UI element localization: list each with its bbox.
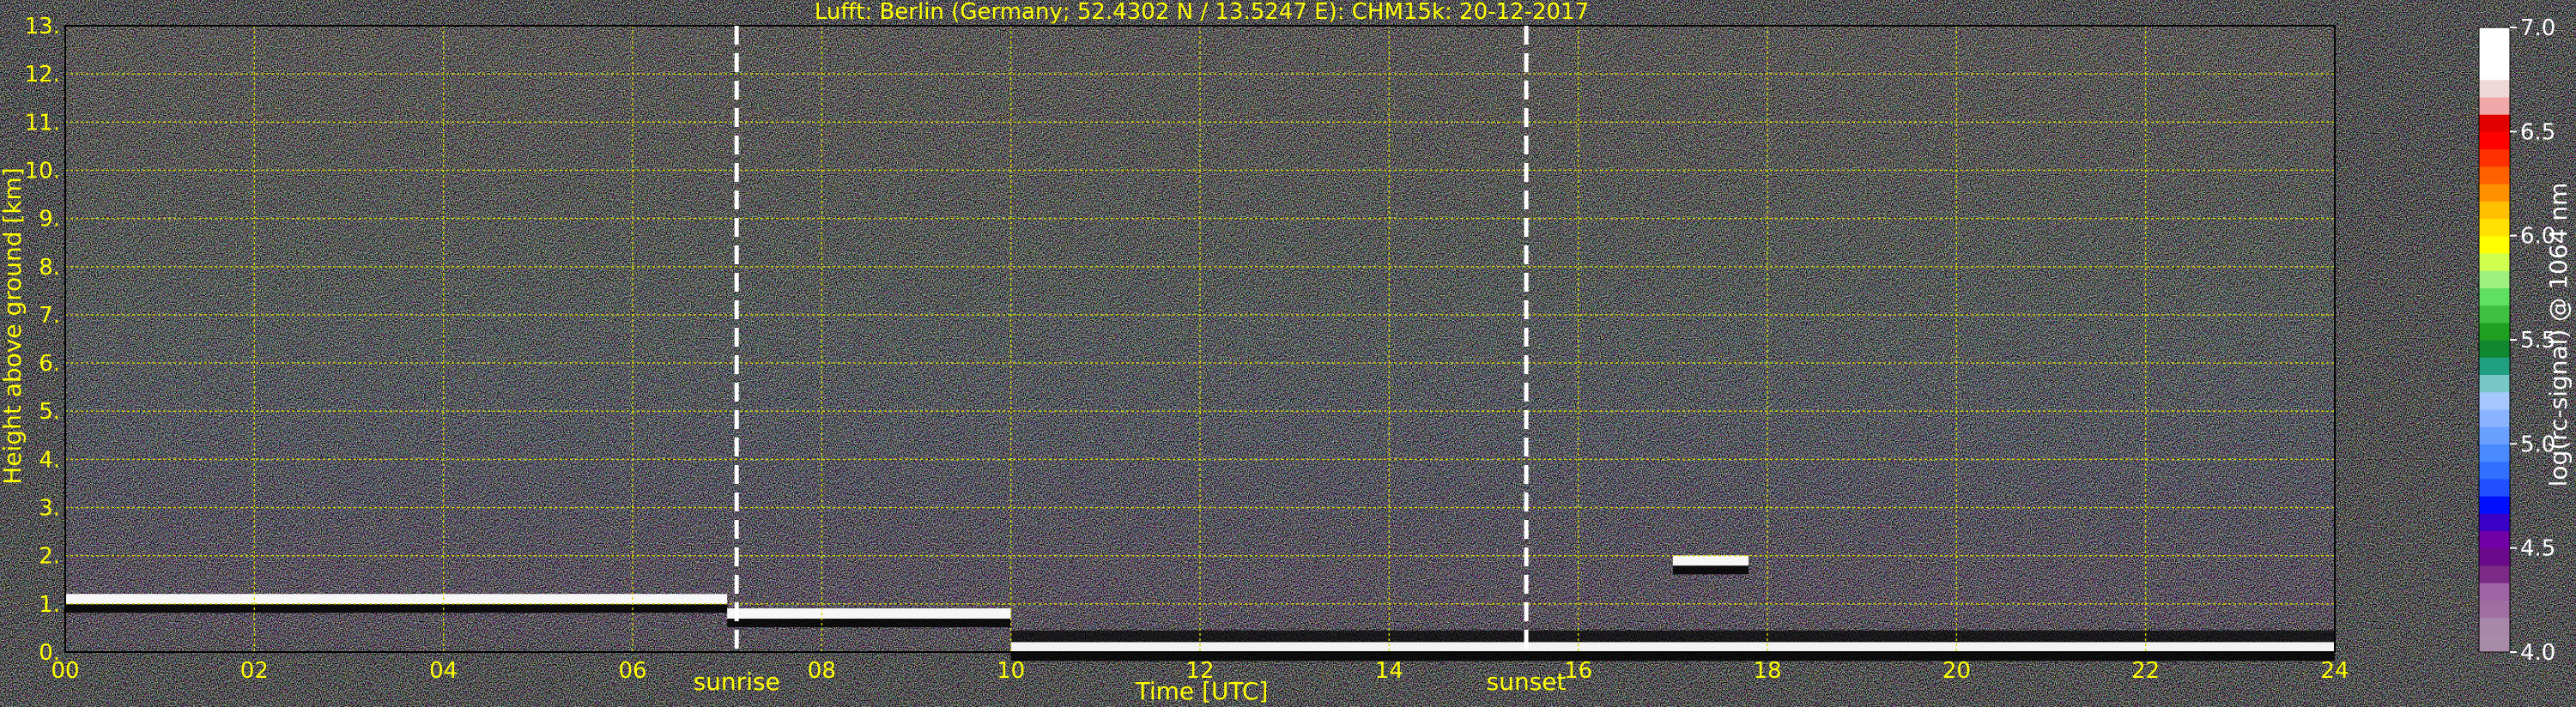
colorbar-segment: [2479, 583, 2510, 601]
colorbar-segment: [2479, 426, 2510, 444]
y-tick-label: 13.: [25, 14, 60, 39]
cloud-base-layer-3: [1672, 555, 1749, 566]
x-tick-label: 22: [2131, 658, 2160, 684]
colorbar-segment: [2479, 235, 2510, 254]
cloud-base-layer-2: [1010, 642, 2335, 653]
colorbar-segment: [2479, 374, 2510, 393]
cloud-base-layer-0: [65, 594, 728, 605]
colorbar-segment: [2479, 79, 2510, 98]
colorbar-tick-label: 4.5: [2520, 536, 2555, 562]
colorbar-segment: [2479, 27, 2510, 45]
x-tick-label: 16: [1564, 658, 1592, 684]
x-tick-label: 02: [240, 658, 269, 684]
colorbar-segment: [2479, 408, 2510, 427]
x-tick-label: 04: [429, 658, 458, 684]
colorbar-segment: [2479, 270, 2510, 288]
y-tick-label: 4.: [39, 447, 60, 473]
colorbar-segment: [2479, 131, 2510, 150]
colorbar-segment: [2479, 600, 2510, 619]
y-tick-label: 7.: [39, 303, 60, 329]
y-tick-label: 11.: [25, 110, 60, 136]
x-tick-label: 20: [1943, 658, 1971, 684]
colorbar-tick-label: 7.0: [2520, 15, 2555, 41]
cloud-base-shadow-3: [1672, 565, 1749, 575]
sunrise-label: sunrise: [694, 668, 780, 696]
colorbar-segment: [2479, 496, 2510, 514]
y-tick-label: 5.: [39, 399, 60, 425]
colorbar-tick-label: 6.5: [2520, 119, 2555, 145]
colorbar-segment: [2479, 391, 2510, 410]
colorbar-segment: [2479, 184, 2510, 202]
cloud-base-shadow-0: [65, 604, 728, 613]
colorbar-segment: [2479, 547, 2510, 566]
sunset-label: sunset: [1487, 668, 1567, 696]
x-tick-label: 24: [2320, 658, 2349, 684]
colorbar-segment: [2479, 357, 2510, 376]
colorbar-segment: [2479, 148, 2510, 167]
ceilometer-plot-page: 00 02 04 06 08 10 12 14 16 18 20 22 24 0. 1. 2. 3. 4. 5. 6.…: [0, 0, 2576, 707]
colorbar-segment: [2479, 322, 2510, 341]
y-tick-label: 3.: [39, 496, 60, 522]
colorbar-segment: [2479, 478, 2510, 497]
colorbar-segment: [2479, 617, 2510, 636]
x-tick-label: 06: [618, 658, 646, 684]
x-tick-label: 14: [1375, 658, 1403, 684]
y-axis-label: Height above ground [km]: [0, 167, 27, 485]
colorbar-segment: [2479, 201, 2510, 220]
colorbar-tick-label: 4.0: [2520, 640, 2555, 666]
y-tick-label: 2.: [39, 544, 60, 570]
colorbar-segment: [2479, 634, 2510, 653]
colorbar-segment: [2479, 513, 2510, 532]
x-tick-label: 18: [1753, 658, 1781, 684]
y-tick-label: 0.: [39, 640, 60, 666]
colorbar-segment: [2479, 565, 2510, 583]
y-tick-label: 6.: [39, 351, 60, 377]
colorbar-segment: [2479, 305, 2510, 323]
chart-title: Lufft: Berlin (Germany; 52.4302 N / 13.5…: [815, 0, 1589, 25]
x-tick-label: 08: [808, 658, 836, 684]
colorbar-segment: [2479, 530, 2510, 549]
x-axis-label: Time [UTC]: [1135, 677, 1269, 705]
colorbar-segment: [2479, 252, 2510, 271]
colorbar-segment: [2479, 166, 2510, 184]
colorbar-segment: [2479, 114, 2510, 132]
cloud-base-shadow-1: [727, 619, 1011, 628]
colorbar-segment: [2479, 218, 2510, 237]
y-tick-label: 8.: [39, 255, 60, 281]
backscatter-chart: 00 02 04 06 08 10 12 14 16 18 20 22 240.1.2.3.4.5.6.…: [0, 0, 2573, 705]
colorbar-segment: [2479, 96, 2510, 115]
x-tick-label: 10: [997, 658, 1025, 684]
cloud-base-layer-1: [727, 608, 1011, 619]
colorbar-segment: [2479, 340, 2510, 358]
colorbar-segment: [2479, 444, 2510, 462]
y-tick-label: 12.: [25, 62, 60, 88]
y-tick-label: 10.: [25, 158, 60, 184]
colorbar-label: log(rc-signal) @ 1064 nm: [2544, 183, 2573, 487]
y-tick-label: 9.: [39, 207, 60, 233]
colorbar-segment: [2479, 62, 2510, 81]
colorbar-segment: [2479, 45, 2510, 63]
y-tick-label: 1.: [39, 592, 60, 618]
colorbar-segment: [2479, 461, 2510, 480]
colorbar-segment: [2479, 287, 2510, 306]
